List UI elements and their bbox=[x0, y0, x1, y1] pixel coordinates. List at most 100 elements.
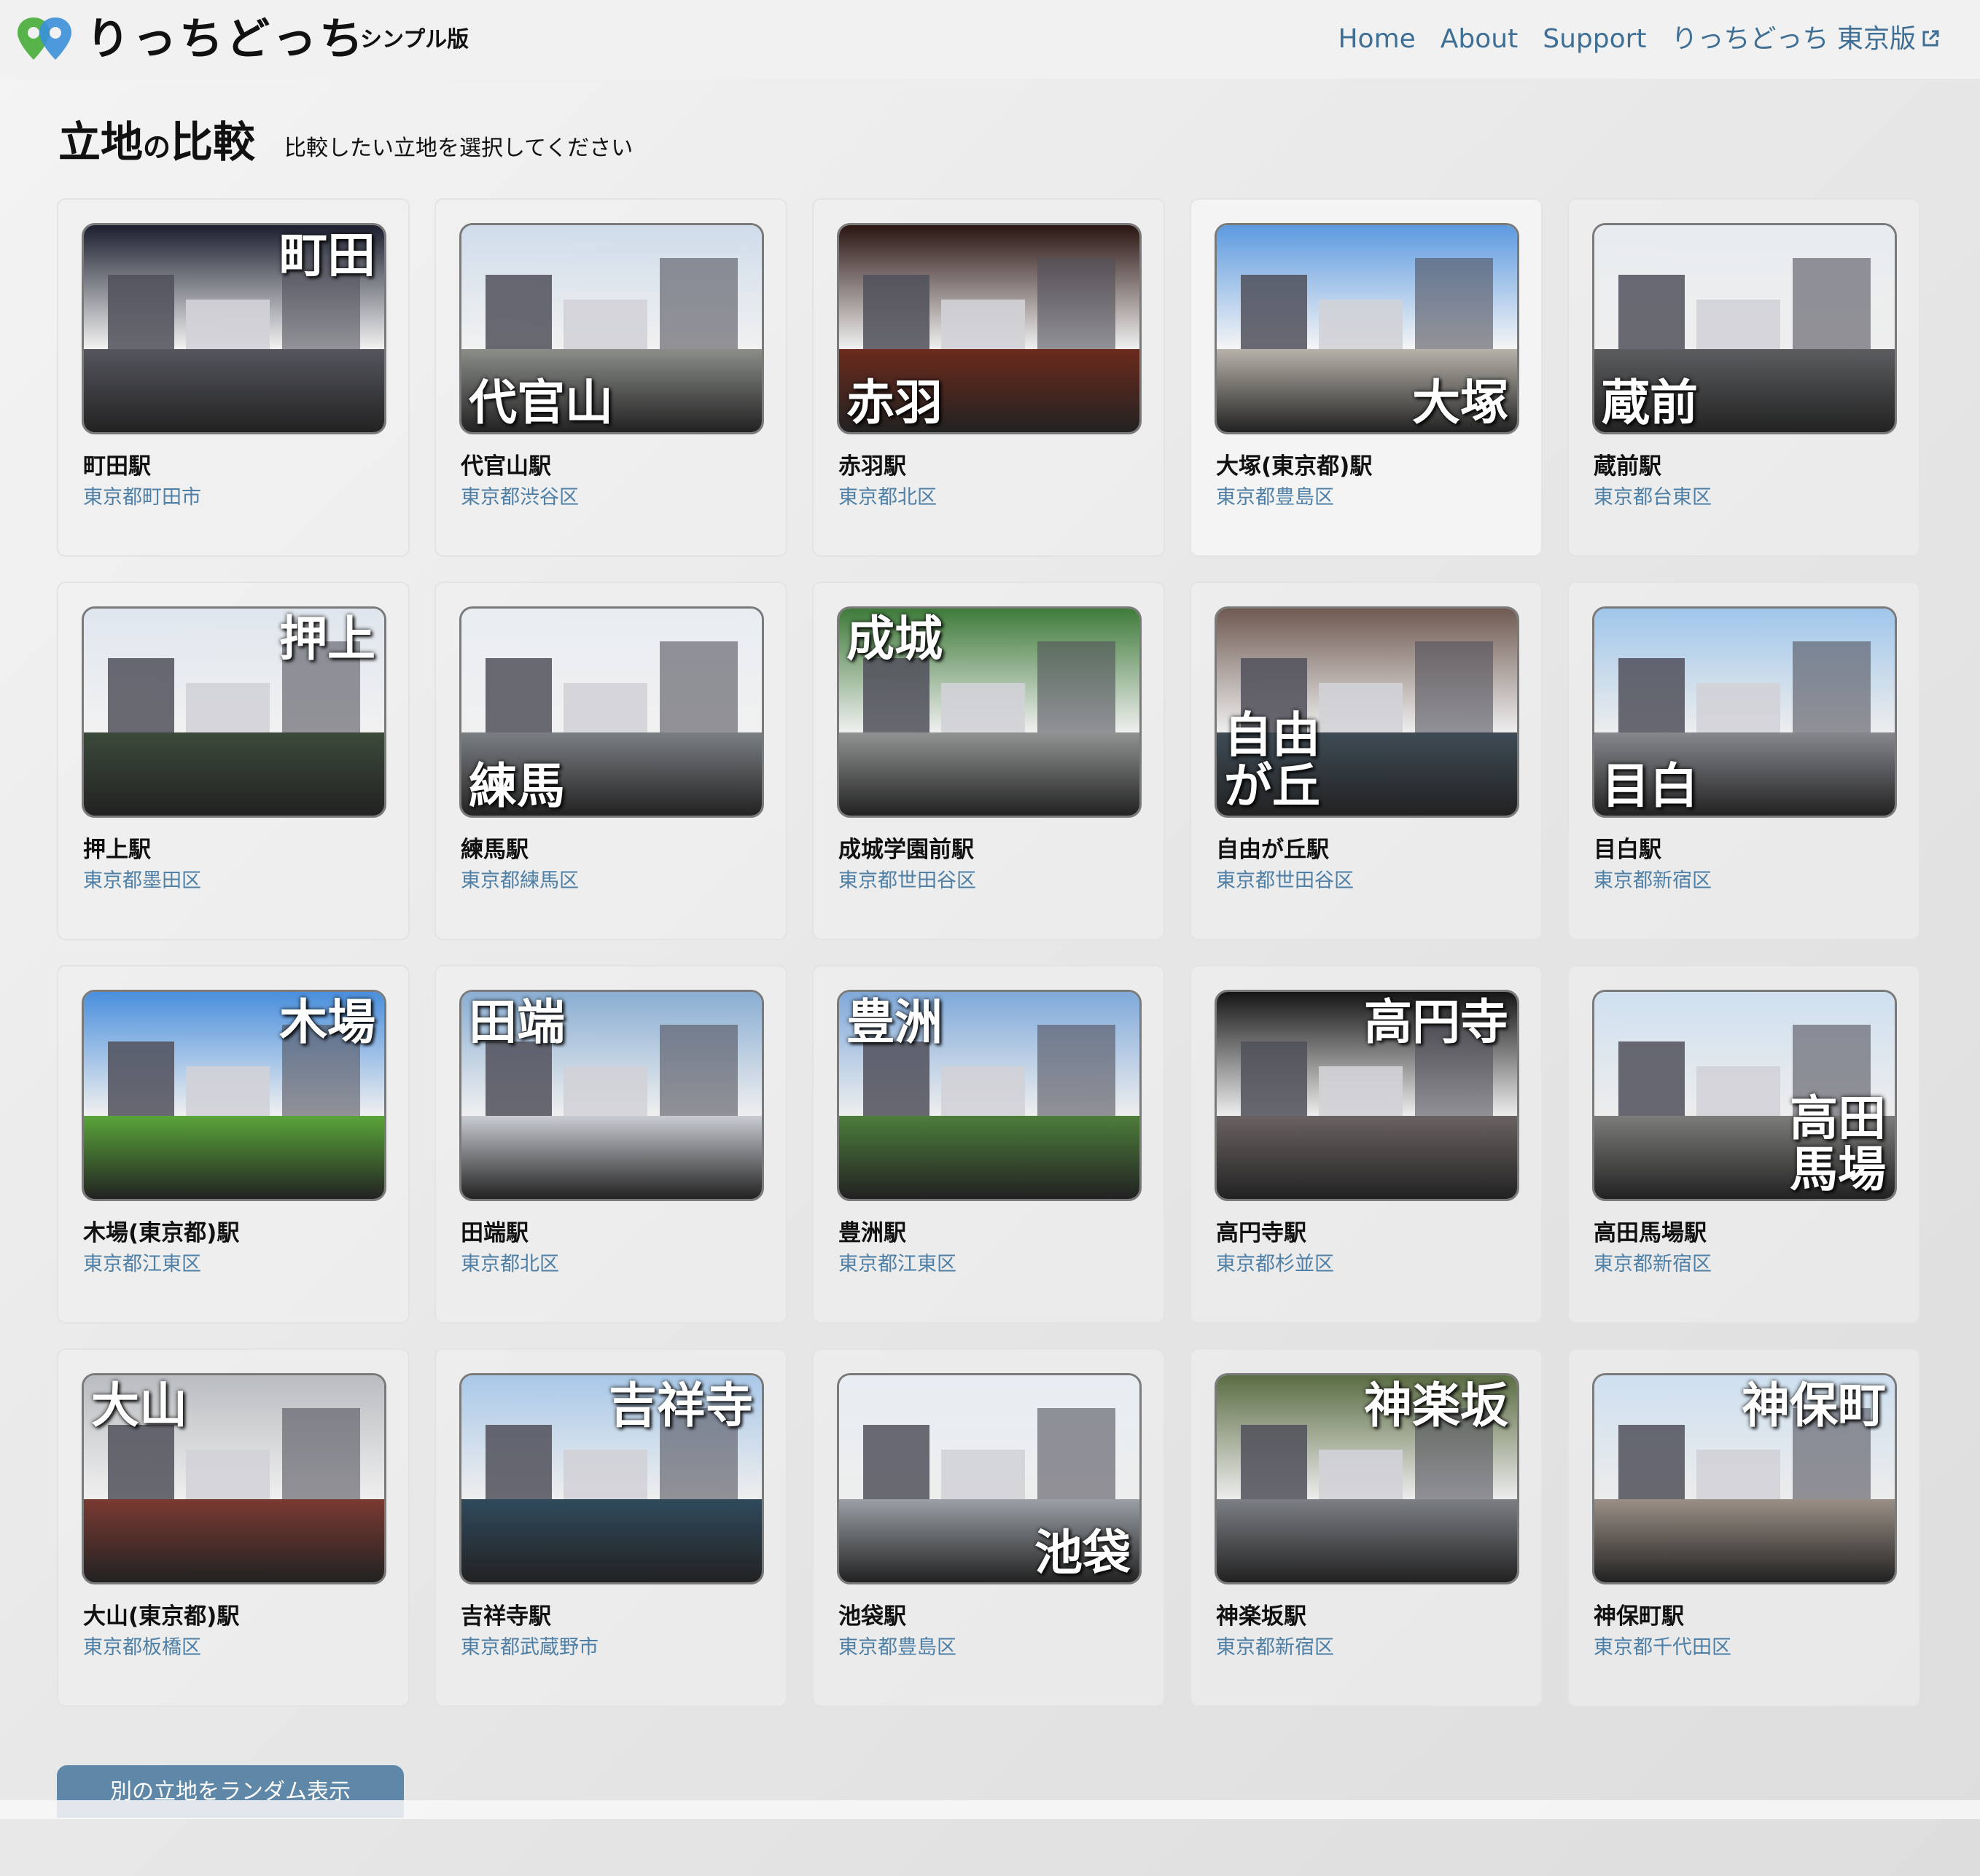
station-area: 東京都世田谷区 bbox=[838, 869, 976, 892]
location-photo: 吉祥寺 bbox=[459, 1373, 764, 1584]
station-area: 東京都世田谷区 bbox=[1216, 869, 1354, 892]
location-card[interactable]: 町田町田駅東京都町田市 bbox=[57, 198, 410, 557]
photo-ground bbox=[839, 1116, 1139, 1199]
location-card[interactable]: 神楽坂神楽坂駅東京都新宿区 bbox=[1190, 1348, 1543, 1707]
photo-ground bbox=[461, 1116, 762, 1199]
station-area: 東京都渋谷区 bbox=[461, 486, 579, 509]
photo-overlay-label: 蔵前 bbox=[1602, 374, 1698, 431]
location-photo: 赤羽 bbox=[837, 223, 1142, 434]
photo-building bbox=[1037, 1408, 1116, 1512]
photo-overlay-label: 代官山 bbox=[469, 374, 613, 431]
location-card[interactable]: 赤羽赤羽駅東京都北区 bbox=[812, 198, 1165, 557]
station-area: 東京都町田市 bbox=[83, 486, 201, 509]
photo-ground bbox=[84, 1499, 384, 1582]
photo-overlay-label: 神楽坂 bbox=[1364, 1377, 1508, 1434]
photo-ground bbox=[1217, 1499, 1517, 1582]
location-card[interactable]: 大山大山(東京都)駅東京都板橋区 bbox=[57, 1348, 410, 1707]
station-name: 成城学園前駅 bbox=[838, 837, 974, 863]
station-name: 神保町駅 bbox=[1594, 1603, 1684, 1630]
location-card[interactable]: 自由 が丘自由が丘駅東京都世田谷区 bbox=[1190, 582, 1543, 940]
station-area: 東京都板橋区 bbox=[83, 1636, 201, 1659]
station-name: 町田駅 bbox=[83, 453, 151, 480]
station-name: 神楽坂駅 bbox=[1216, 1603, 1306, 1630]
station-name: 代官山駅 bbox=[461, 453, 551, 480]
photo-building bbox=[1414, 641, 1494, 746]
nav-home-link[interactable]: Home bbox=[1338, 19, 1415, 60]
location-card[interactable]: 大塚 大塚(東京都)駅 東京都豊島区 bbox=[1190, 198, 1543, 557]
photo-building bbox=[1037, 1025, 1116, 1129]
location-card[interactable]: 目白 目白駅 東京都新宿区 bbox=[1567, 582, 1920, 940]
photo-overlay-label: 豊洲 bbox=[846, 993, 943, 1050]
location-card[interactable]: 蔵前 蔵前駅 東京都台東区 bbox=[1567, 198, 1920, 557]
location-card[interactable]: 池袋 池袋駅 東京都豊島区 bbox=[812, 1348, 1165, 1707]
station-name: 赤羽駅 bbox=[838, 453, 906, 480]
location-card[interactable]: 木場 木場(東京都)駅 東京都江東区 bbox=[57, 965, 410, 1324]
location-photo: 木場 bbox=[82, 990, 386, 1201]
station-area: 東京都新宿区 bbox=[1216, 1636, 1334, 1659]
location-card[interactable]: 代官山代官山駅東京都渋谷区 bbox=[434, 198, 787, 557]
location-card[interactable]: 練馬 練馬駅 東京都練馬区 bbox=[434, 582, 787, 940]
location-grid: 町田 町田駅 東京都町田市 代官山 代官山駅 東京都渋谷区 赤羽 赤羽駅 東京都北区 大塚 大塚(東… bbox=[57, 198, 1923, 1707]
location-photo: 高田 馬場 bbox=[1592, 990, 1897, 1201]
location-photo: 目白 bbox=[1592, 606, 1897, 818]
photo-ground bbox=[461, 1499, 762, 1582]
photo-ground bbox=[84, 349, 384, 432]
photo-ground bbox=[839, 732, 1139, 816]
photo-overlay-label: 町田 bbox=[279, 227, 375, 284]
location-photo: 神楽坂 bbox=[1215, 1373, 1519, 1584]
station-area: 東京都北区 bbox=[838, 486, 937, 509]
nav-support-link[interactable]: Support bbox=[1543, 19, 1646, 60]
photo-ground bbox=[84, 732, 384, 816]
location-photo: 押上 bbox=[82, 606, 386, 818]
location-card[interactable]: 豊洲 豊洲駅 東京都江東区 bbox=[812, 965, 1165, 1324]
location-photo: 大塚 bbox=[1215, 223, 1519, 434]
photo-overlay-label: 目白 bbox=[1602, 757, 1698, 814]
nav-about-link[interactable]: About bbox=[1441, 19, 1518, 60]
top-header: りっちどっち シンプル版 Home About Support りっちどっち 東… bbox=[0, 0, 1980, 79]
station-name: 押上駅 bbox=[83, 837, 151, 863]
station-name: 高円寺駅 bbox=[1216, 1220, 1306, 1246]
photo-overlay-label: 赤羽 bbox=[846, 374, 943, 431]
photo-building bbox=[1037, 641, 1116, 746]
page-title: 立地の比較 bbox=[58, 111, 255, 179]
location-photo: 成城 bbox=[837, 606, 1142, 818]
station-area: 東京都北区 bbox=[461, 1253, 559, 1275]
station-area: 東京都墨田区 bbox=[83, 869, 201, 892]
location-card[interactable]: 成城成城学園前駅 東京都世田谷区 bbox=[812, 582, 1165, 940]
page-subtitle: 比較したい立地を選択してください bbox=[284, 136, 634, 161]
station-name: 吉祥寺駅 bbox=[461, 1603, 551, 1630]
nav-tokyo-edition-link[interactable]: りっちどっち 東京版 bbox=[1672, 19, 1941, 60]
location-card[interactable]: 高円寺 高円寺駅 東京都杉並区 bbox=[1190, 965, 1543, 1324]
location-photo: 神保町 bbox=[1592, 1373, 1897, 1584]
location-photo: 町田 bbox=[82, 223, 386, 434]
photo-overlay-label: 自由 が丘 bbox=[1224, 706, 1320, 814]
location-card[interactable]: 神保町神保町駅東京都千代田区 bbox=[1567, 1348, 1920, 1707]
photo-building bbox=[1792, 258, 1871, 362]
location-card[interactable]: 高田 馬場 高田馬場駅 東京都新宿区 bbox=[1567, 965, 1920, 1324]
photo-ground bbox=[84, 1116, 384, 1199]
station-name: 大塚(東京都)駅 bbox=[1216, 453, 1373, 480]
map-pin-logo-icon[interactable] bbox=[16, 15, 74, 64]
station-name: 木場(東京都)駅 bbox=[83, 1220, 240, 1246]
location-photo: 豊洲 bbox=[837, 990, 1142, 1201]
station-area: 東京都武蔵野市 bbox=[461, 1636, 599, 1659]
photo-building bbox=[1792, 641, 1871, 746]
page-title-part-2: 比較 bbox=[171, 117, 256, 167]
station-name: 大山(東京都)駅 bbox=[83, 1603, 240, 1630]
station-name: 高田馬場駅 bbox=[1594, 1220, 1707, 1246]
station-name: 池袋駅 bbox=[838, 1603, 906, 1630]
station-area: 東京都台東区 bbox=[1594, 486, 1712, 509]
brand-name[interactable]: りっちどっち bbox=[86, 9, 366, 70]
location-card[interactable]: 吉祥寺吉祥寺駅東京都武蔵野市 bbox=[434, 1348, 787, 1707]
photo-overlay-label: 押上 bbox=[279, 610, 375, 667]
location-card[interactable]: 田端 田端駅 東京都北区 bbox=[434, 965, 787, 1324]
station-name: 自由が丘駅 bbox=[1216, 837, 1329, 863]
station-area: 東京都豊島区 bbox=[838, 1636, 956, 1659]
photo-building bbox=[659, 641, 738, 746]
external-link-icon bbox=[1922, 30, 1939, 47]
location-photo: 蔵前 bbox=[1592, 223, 1897, 434]
photo-building bbox=[1037, 258, 1116, 362]
location-card[interactable]: 押上押上駅東京都墨田区 bbox=[57, 582, 410, 940]
station-area: 東京都千代田区 bbox=[1594, 1636, 1731, 1659]
location-photo: 大山 bbox=[82, 1373, 386, 1584]
